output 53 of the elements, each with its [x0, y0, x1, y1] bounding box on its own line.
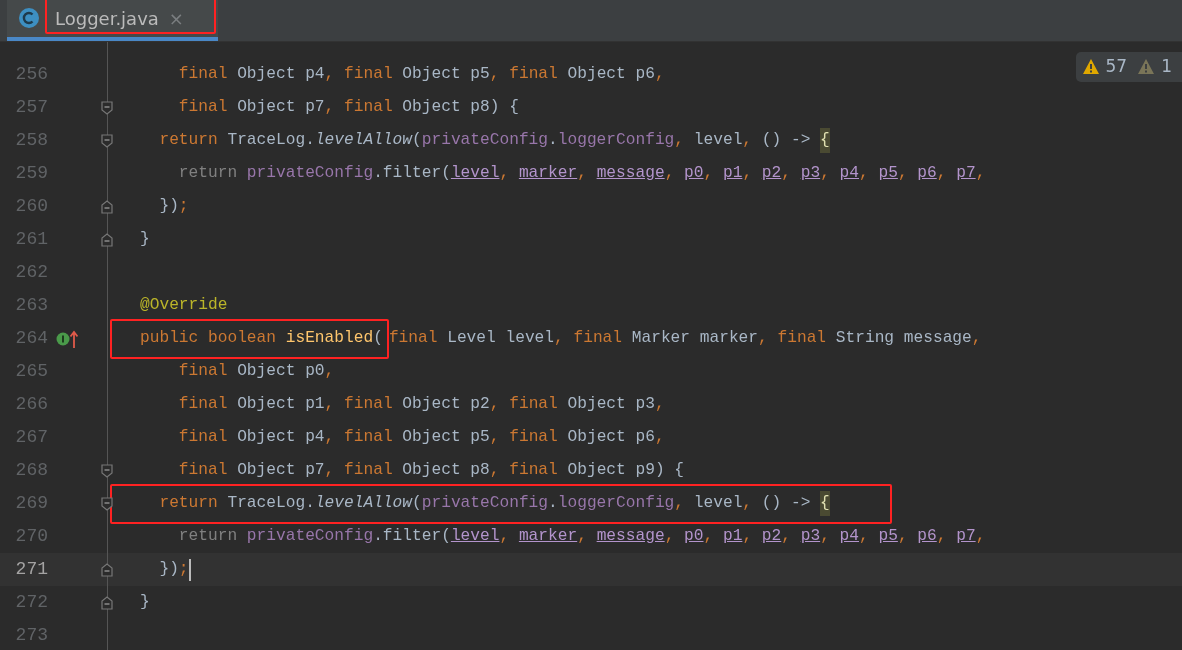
code-line: final Object p7, final Object p8) {: [177, 97, 519, 119]
code-line: }: [140, 592, 150, 614]
implementation-icon[interactable]: [56, 328, 78, 349]
line-number: 258: [14, 129, 48, 152]
warning-count: 57: [1105, 55, 1128, 78]
warning-icon: [1081, 58, 1100, 76]
code-line: final Level level, final Marker marker, final String message,: [388, 328, 982, 350]
tab-label: Logger.java: [55, 6, 159, 31]
code-line: return TraceLog.levelAllow(privateConfig.loggerConfig, level, () -> {: [140, 124, 830, 157]
line-number: 264: [14, 327, 48, 350]
fold-icon[interactable]: [101, 562, 113, 577]
line-number: 257: [14, 96, 48, 119]
line-number: 256: [14, 63, 48, 86]
code-line: return TraceLog.levelAllow(privateConfig.loggerConfig, level, () -> {: [140, 487, 830, 520]
line-number: 272: [14, 591, 48, 614]
code-line: });: [158, 559, 189, 581]
code-line: final Object p1, final Object p2, final Object p3,: [177, 394, 665, 416]
line-number: 265: [14, 360, 48, 383]
file-tab[interactable]: Logger.java ×: [7, 0, 218, 41]
fold-icon[interactable]: [101, 463, 113, 478]
line-number: 260: [14, 195, 48, 218]
code-line: final Object p4, final Object p5, final Object p6,: [177, 64, 665, 86]
line-number: 270: [14, 525, 48, 548]
line-number: 273: [14, 624, 48, 647]
fold-icon[interactable]: [101, 133, 113, 148]
fold-icon[interactable]: [101, 199, 113, 214]
warning-count: 1: [1161, 55, 1172, 78]
code-line: public boolean isEnabled(: [140, 328, 383, 350]
warning-icon: [1137, 58, 1156, 76]
fold-icon[interactable]: [101, 496, 113, 511]
line-number: 271: [14, 558, 48, 581]
code-line: });: [158, 196, 189, 218]
code-line: @Override: [140, 295, 228, 317]
line-number: 262: [14, 261, 48, 284]
line-number: 267: [14, 426, 48, 449]
text-caret: [188, 558, 191, 581]
line-number: 268: [14, 459, 48, 482]
code-line: final Object p0,: [177, 361, 335, 383]
line-number: 269: [14, 492, 48, 515]
class-icon: [19, 8, 39, 28]
line-number: 259: [14, 162, 48, 185]
line-number: 263: [14, 294, 48, 317]
fold-icon[interactable]: [101, 595, 113, 610]
code-line: final Object p4, final Object p5, final Object p6,: [177, 427, 665, 449]
fold-icon[interactable]: [101, 232, 113, 247]
line-number: 261: [14, 228, 48, 251]
code-line: return privateConfig.filter(level, marker, message, p0, p1, p2, p3, p4, p5, p6, p7,: [177, 163, 986, 185]
inspection-widget[interactable]: 57 1: [1075, 52, 1182, 82]
fold-icon[interactable]: [101, 100, 113, 115]
code-line: final Object p7, final Object p8, final Object p9) {: [177, 460, 685, 482]
code-line: return privateConfig.filter(level, marker, message, p0, p1, p2, p3, p4, p5, p6, p7,: [177, 526, 986, 548]
code-line: }: [140, 229, 150, 251]
line-number: 266: [14, 393, 48, 416]
